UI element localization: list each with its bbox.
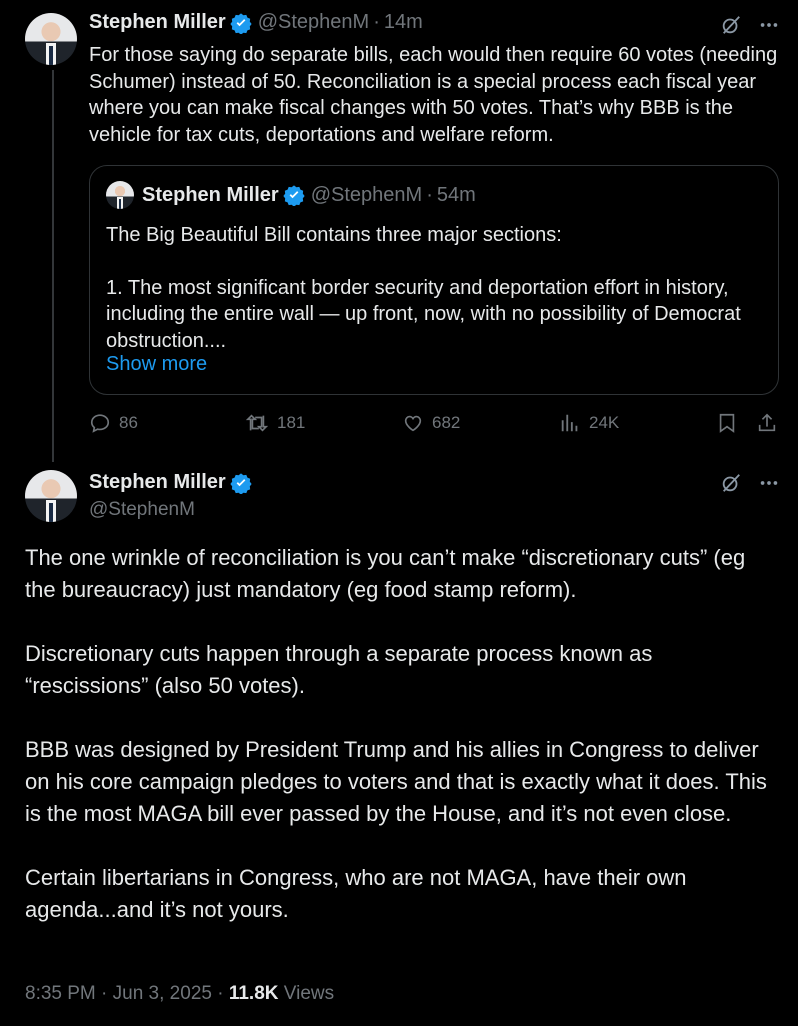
repost-count: 181 <box>277 413 306 432</box>
author-name[interactable]: Stephen Miller <box>89 471 226 494</box>
author-name[interactable]: Stephen Miller <box>89 11 226 34</box>
tweet1-action-bar: 86 181 682 24K <box>89 412 779 440</box>
grok-icon[interactable] <box>720 472 742 494</box>
views-label: Views <box>278 983 335 1004</box>
reply-count: 86 <box>119 413 138 432</box>
tweet1-text: For those saying do separate bills, each… <box>89 44 778 146</box>
like-button[interactable]: 682 <box>402 412 460 434</box>
grok-icon[interactable] <box>720 14 742 36</box>
bookmark-button[interactable] <box>716 412 738 434</box>
views-count: 24K <box>589 413 620 432</box>
verified-badge-icon <box>230 472 252 494</box>
like-icon <box>404 415 422 432</box>
share-icon <box>758 413 776 432</box>
paragraph: Discretionary cuts happen through a sepa… <box>25 641 653 698</box>
tweet1-header: Stephen Miller @StephenM · 14m <box>89 11 423 34</box>
author-handle[interactable]: @StephenM <box>89 499 195 521</box>
separator: · <box>426 183 433 206</box>
tweet2-top-actions <box>720 472 780 494</box>
tweet-time[interactable]: 14m <box>384 11 423 34</box>
views-icon <box>561 414 578 432</box>
quote-header: Stephen Miller @StephenM · 54m <box>106 181 476 209</box>
quote-handle: @StephenM <box>310 183 423 206</box>
avatar[interactable] <box>25 470 77 522</box>
paragraph: The one wrinkle of reconciliation is you… <box>25 545 746 602</box>
bookmark-icon <box>719 413 735 433</box>
quote-body: The Big Beautiful Bill contains three ma… <box>106 222 766 354</box>
quoted-tweet[interactable]: Stephen Miller @StephenM · 54m The Big B… <box>89 165 779 395</box>
timestamp[interactable]: 8:35 PM · Jun 3, 2025 <box>25 983 212 1004</box>
tweet2-header: Stephen Miller <box>89 471 252 494</box>
quote-avatar <box>106 181 134 209</box>
thread-connector-line <box>52 70 54 462</box>
quote-line-2: 1. The most significant border security … <box>106 276 741 352</box>
like-count: 682 <box>432 413 461 432</box>
reply-button[interactable]: 86 <box>89 412 138 434</box>
more-icon[interactable] <box>758 14 780 36</box>
verified-badge-icon <box>283 185 305 206</box>
tweet1-top-actions <box>720 14 780 36</box>
separator: · <box>211 983 229 1004</box>
author-handle[interactable]: @StephenM <box>258 11 369 34</box>
tweet2-text: The one wrinkle of reconciliation is you… <box>25 542 777 958</box>
more-icon[interactable] <box>758 472 780 494</box>
share-button[interactable] <box>756 412 778 434</box>
avatar[interactable] <box>25 13 77 65</box>
quote-line-1: The Big Beautiful Bill contains three ma… <box>106 224 562 246</box>
views-button[interactable]: 24K <box>559 412 619 434</box>
show-more-link[interactable]: Show more <box>106 353 207 376</box>
views-total: 11.8K <box>228 983 279 1004</box>
quote-author-name: Stephen Miller <box>142 183 279 206</box>
separator: · <box>373 11 380 33</box>
paragraph: BBB was designed by President Trump and … <box>25 737 767 826</box>
repost-button[interactable]: 181 <box>245 412 305 434</box>
reply-icon <box>90 414 110 433</box>
paragraph: Certain libertarians in Congress, who ar… <box>25 865 687 922</box>
tweet-meta: 8:35 PM · Jun 3, 2025 · 11.8K Views <box>25 983 334 1005</box>
quote-time: 54m <box>436 183 476 206</box>
repost-icon <box>245 414 269 432</box>
verified-badge-icon <box>230 12 252 34</box>
